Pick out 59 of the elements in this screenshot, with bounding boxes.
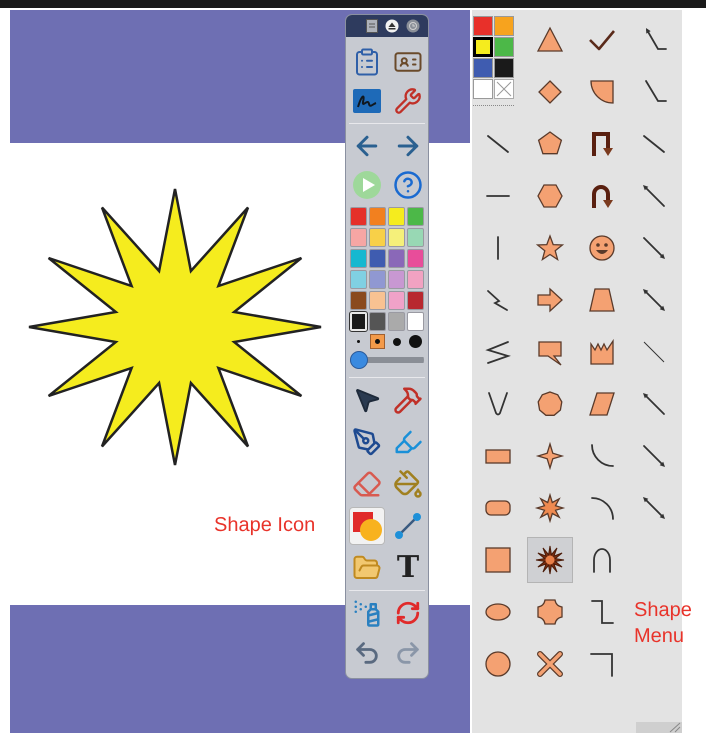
color-swatch[interactable] xyxy=(407,312,424,331)
color-swatch[interactable] xyxy=(407,228,424,247)
fill-color-swatch[interactable] xyxy=(473,16,493,36)
brush-size-button[interactable] xyxy=(408,334,423,349)
text-button[interactable]: T xyxy=(390,549,426,587)
fill-color-swatch[interactable] xyxy=(473,58,493,78)
brush-size-button[interactable] xyxy=(370,334,385,349)
star4-icon xyxy=(534,440,566,472)
annotation-label: Shape Menu xyxy=(634,598,693,649)
color-swatch[interactable] xyxy=(350,249,367,268)
color-swatch[interactable] xyxy=(369,312,386,331)
color-swatch[interactable] xyxy=(407,207,424,226)
eject-icon[interactable] xyxy=(385,19,399,33)
slider-thumb[interactable] xyxy=(350,351,368,369)
color-swatch[interactable] xyxy=(407,249,424,268)
eraser-icon xyxy=(352,469,382,499)
play-icon xyxy=(352,170,382,200)
fill-color-swatch[interactable] xyxy=(494,37,514,57)
fill-color-swatch[interactable] xyxy=(473,37,493,57)
clock-icon[interactable] xyxy=(406,19,420,33)
page-icon[interactable] xyxy=(366,19,378,33)
burst-icon xyxy=(534,544,566,576)
shapes-icon xyxy=(351,510,383,542)
color-swatch[interactable] xyxy=(388,312,405,331)
shapes-button[interactable] xyxy=(349,507,385,545)
signature-icon xyxy=(352,88,382,114)
spray-bottle-icon xyxy=(352,598,382,628)
color-swatch[interactable] xyxy=(369,207,386,226)
help-icon xyxy=(393,170,423,200)
connector-icon xyxy=(393,511,423,541)
color-swatch[interactable] xyxy=(388,207,405,226)
color-swatch[interactable] xyxy=(388,228,405,247)
burst-shape-button[interactable] xyxy=(527,537,573,583)
annotation-label: Shape Icon xyxy=(214,513,316,538)
color-swatch[interactable] xyxy=(350,228,367,247)
cross-icon xyxy=(534,648,566,680)
color-swatch[interactable] xyxy=(350,291,367,310)
fill-color-swatch[interactable] xyxy=(473,79,493,99)
color-swatch[interactable] xyxy=(388,291,405,310)
color-swatch[interactable] xyxy=(407,270,424,289)
tools-icon xyxy=(393,385,423,415)
fill-color-swatch[interactable] xyxy=(494,58,514,78)
star8-icon xyxy=(534,492,566,524)
pen-icon xyxy=(352,427,382,457)
cross-icon xyxy=(496,81,512,97)
color-swatch[interactable] xyxy=(350,207,367,226)
refresh-page-icon xyxy=(395,600,421,626)
no-fill-swatch[interactable] xyxy=(494,79,514,99)
color-swatch[interactable] xyxy=(369,270,386,289)
color-swatch[interactable] xyxy=(407,291,424,310)
color-swatch[interactable] xyxy=(369,228,386,247)
fill-color-swatch[interactable] xyxy=(494,16,514,36)
resize-grip-icon xyxy=(636,722,682,733)
color-swatch[interactable] xyxy=(388,270,405,289)
color-swatch[interactable] xyxy=(369,249,386,268)
color-swatch[interactable] xyxy=(369,291,386,310)
paint-bucket-icon xyxy=(393,469,423,499)
color-swatch[interactable] xyxy=(350,270,367,289)
color-swatch[interactable] xyxy=(388,249,405,268)
